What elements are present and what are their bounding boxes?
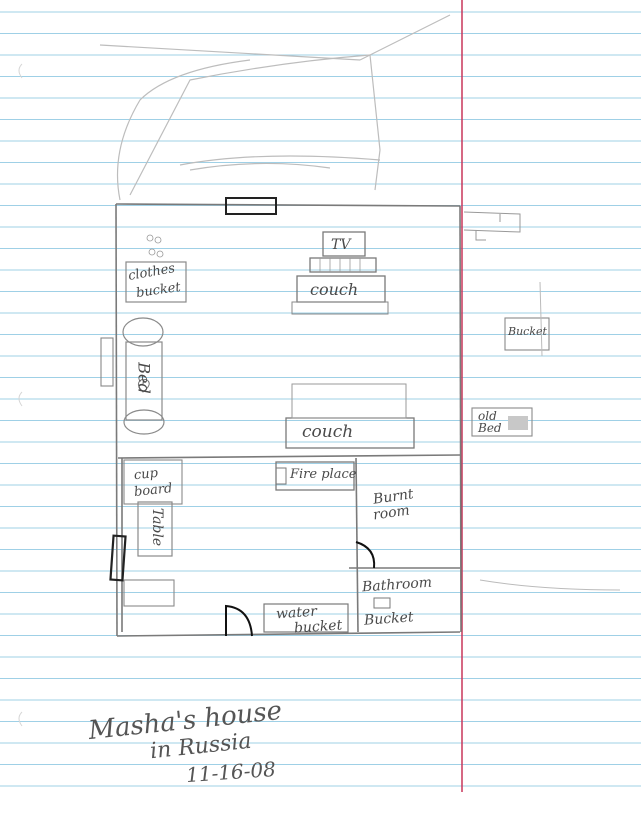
yard-sketch	[99, 14, 451, 201]
outside-fixture	[463, 211, 521, 241]
side-door	[109, 534, 127, 582]
outside-bucket-label: Bucket	[508, 325, 547, 338]
notebook-paper	[0, 0, 641, 792]
old-bed-label: Bed	[478, 421, 502, 435]
cupboard-label-1: cup	[133, 465, 159, 484]
fireplace-inner	[275, 467, 287, 485]
bed-foot	[123, 409, 165, 435]
front-door-arc	[225, 604, 253, 637]
couch-top-back	[291, 301, 389, 315]
water-label-2: bucket	[293, 617, 343, 637]
fireplace-label: Fire place	[290, 467, 357, 482]
window-left	[100, 337, 114, 387]
outside-line	[539, 281, 543, 357]
bath-bucket-label: Bucket	[363, 609, 415, 629]
bathroom-door-arc	[355, 541, 376, 569]
bath-bucket-box	[373, 597, 391, 609]
table-label: Table	[149, 507, 166, 547]
tv-label: TV	[331, 237, 351, 253]
flower-doodle	[146, 234, 164, 258]
bed-label: Bed	[134, 362, 154, 394]
punch-holes	[18, 63, 23, 727]
couch-middle-label: couch	[302, 422, 354, 442]
outside-line-bottom	[479, 579, 621, 591]
cupboard-label-2: board	[133, 481, 174, 500]
ruled-lines	[0, 11, 641, 787]
old-bed-shade	[508, 416, 528, 430]
couch-top-label: couch	[310, 280, 359, 299]
couch-middle-back	[291, 383, 407, 419]
caption-date: 11-16-08	[185, 756, 277, 788]
